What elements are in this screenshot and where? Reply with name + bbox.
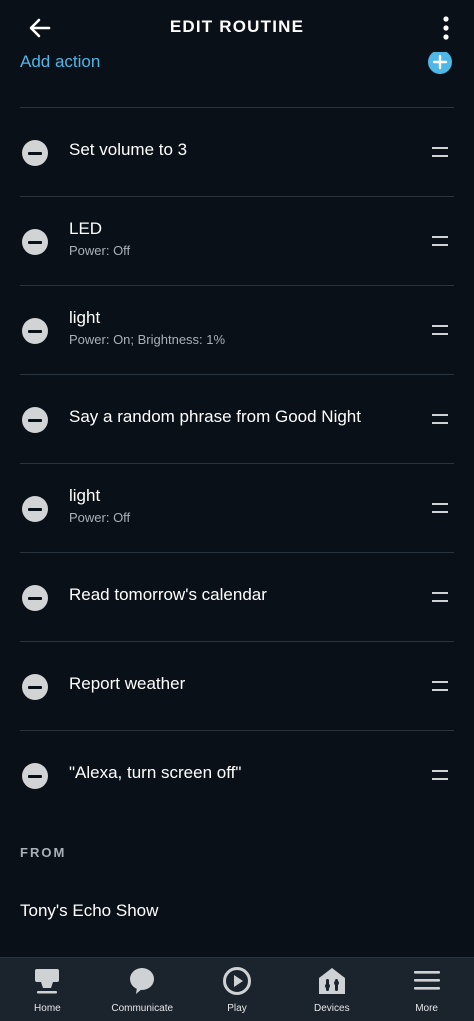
nav-communicate[interactable]: Communicate xyxy=(95,958,190,1021)
action-title: "Alexa, turn screen off" xyxy=(69,763,242,782)
nav-label: Communicate xyxy=(111,1003,174,1014)
action-row[interactable]: "Alexa, turn screen off" xyxy=(0,730,474,818)
remove-action-button[interactable] xyxy=(22,229,48,255)
drag-handle-icon[interactable] xyxy=(432,236,448,248)
drag-handle-icon[interactable] xyxy=(432,592,448,604)
action-row[interactable]: Report weather xyxy=(0,641,474,729)
remove-action-button[interactable] xyxy=(22,140,48,166)
drag-handle-icon[interactable] xyxy=(432,325,448,337)
home-icon xyxy=(32,966,62,996)
drag-handle-icon[interactable] xyxy=(432,147,448,159)
remove-action-button[interactable] xyxy=(22,585,48,611)
action-title: Say a random phrase from Good Night xyxy=(69,407,361,426)
from-section-label: FROM xyxy=(20,845,67,860)
add-action-link[interactable]: Add action xyxy=(20,52,100,72)
plus-circle-icon[interactable] xyxy=(428,52,452,74)
page-title: EDIT ROUTINE xyxy=(169,17,305,36)
remove-action-button[interactable] xyxy=(22,763,48,789)
action-row[interactable]: light Power: Off xyxy=(0,463,474,551)
remove-action-button[interactable] xyxy=(22,496,48,522)
action-title: LED xyxy=(69,219,103,238)
action-row[interactable]: light Power: On; Brightness: 1% xyxy=(0,285,474,373)
nav-home[interactable]: Home xyxy=(0,958,95,1021)
action-title: light xyxy=(69,486,101,505)
nav-play[interactable]: Play xyxy=(190,958,285,1021)
remove-action-button[interactable] xyxy=(22,674,48,700)
drag-handle-icon[interactable] xyxy=(432,414,448,426)
action-subtitle: Power: Off xyxy=(69,243,131,258)
nav-devices[interactable]: Devices xyxy=(284,958,379,1021)
action-title: Set volume to 3 xyxy=(69,140,188,159)
remove-action-button[interactable] xyxy=(22,407,48,433)
source-device[interactable]: Tony's Echo Show xyxy=(20,901,158,921)
action-title: Report weather xyxy=(69,674,186,693)
bottom-nav: Home Communicate Play Devices More xyxy=(0,957,474,1021)
action-subtitle: Power: Off xyxy=(69,510,131,525)
nav-label: Home xyxy=(34,1003,61,1014)
nav-label: Devices xyxy=(314,1003,350,1014)
nav-more[interactable]: More xyxy=(379,958,474,1021)
kebab-menu-icon[interactable] xyxy=(436,14,456,42)
drag-handle-icon[interactable] xyxy=(432,770,448,782)
hamburger-menu-icon xyxy=(412,966,442,996)
action-row[interactable]: LED Power: Off xyxy=(0,196,474,284)
speech-bubble-icon xyxy=(127,966,157,996)
play-icon xyxy=(222,966,252,996)
nav-label: Play xyxy=(227,1003,247,1014)
drag-handle-icon[interactable] xyxy=(432,681,448,693)
remove-action-button[interactable] xyxy=(22,318,48,344)
header: EDIT ROUTINE xyxy=(0,0,474,52)
action-row[interactable]: Say a random phrase from Good Night xyxy=(0,374,474,462)
action-row[interactable]: Set volume to 3 xyxy=(0,107,474,195)
action-title: Read tomorrow's calendar xyxy=(69,585,267,604)
devices-icon xyxy=(317,966,347,996)
action-subtitle: Power: On; Brightness: 1% xyxy=(69,332,226,347)
edit-routine-screen: EDIT ROUTINE Add action Set volume to 3 … xyxy=(0,0,474,1021)
nav-label: More xyxy=(415,1003,438,1014)
drag-handle-icon[interactable] xyxy=(432,503,448,515)
action-row[interactable]: Read tomorrow's calendar xyxy=(0,552,474,640)
action-title: light xyxy=(69,308,101,327)
